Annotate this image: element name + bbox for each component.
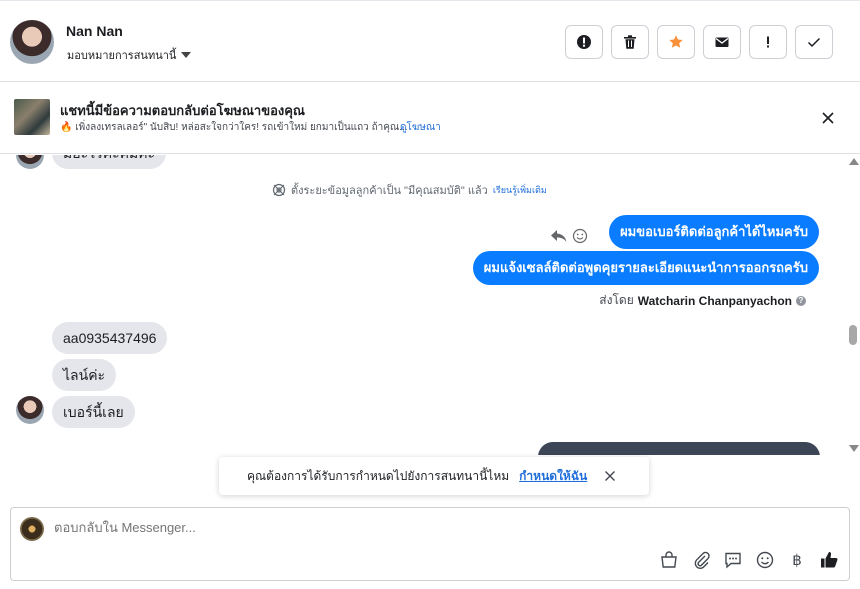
assign-label: มอบหมายการสนทนานี้ bbox=[67, 50, 177, 62]
banner-title: แชทนี้มีข้อความตอบกลับต่อโฆษณาของคุณ bbox=[60, 103, 305, 118]
mail-icon bbox=[715, 37, 729, 47]
contact-avatar-small bbox=[16, 155, 44, 169]
scroll-down-arrow[interactable] bbox=[849, 445, 859, 452]
like-icon[interactable] bbox=[819, 550, 839, 570]
contact-avatar[interactable] bbox=[10, 20, 54, 64]
page-avatar bbox=[20, 517, 44, 541]
mark-done-button[interactable] bbox=[795, 25, 833, 59]
close-icon[interactable] bbox=[818, 108, 838, 128]
scrollbar-thumb[interactable] bbox=[849, 325, 857, 345]
segment-icon bbox=[272, 183, 286, 197]
important-icon bbox=[767, 36, 769, 48]
star-icon bbox=[669, 35, 683, 48]
saved-reply-icon[interactable] bbox=[723, 550, 743, 570]
shop-icon[interactable] bbox=[659, 550, 679, 570]
mark-unread-button[interactable] bbox=[703, 25, 741, 59]
message-thread[interactable]: มีอะไรค่ะคัมคะ ตั้งระยะข้อมูลลูกค้าเป็น … bbox=[0, 155, 846, 455]
reply-input[interactable] bbox=[54, 520, 454, 535]
emoji-react-icon[interactable] bbox=[572, 228, 588, 244]
composer-tools: ฿ bbox=[659, 550, 839, 570]
spam-icon bbox=[577, 35, 591, 49]
reply-composer: ฿ bbox=[10, 507, 850, 581]
sent-by-name: Watcharin Chanpanyachon bbox=[637, 293, 792, 308]
scroll-up-arrow[interactable] bbox=[849, 158, 859, 165]
reply-icon[interactable] bbox=[550, 228, 568, 244]
mark-important-button[interactable] bbox=[749, 25, 787, 59]
star-button[interactable] bbox=[657, 25, 695, 59]
incoming-message[interactable]: ไลน์ค่ะ bbox=[52, 359, 117, 391]
mark-spam-button[interactable] bbox=[565, 25, 603, 59]
assign-prompt: คุณต้องการได้รับการกำหนดไปยังการสนทนานี้… bbox=[219, 457, 649, 495]
incoming-message[interactable]: aa0935437496 bbox=[52, 322, 168, 354]
system-notice-text: ตั้งระยะข้อมูลลูกค้าเป็น "มีคุณสมบัติ" แ… bbox=[291, 185, 488, 197]
outgoing-message[interactable]: ผมแจ้งเซลล์ติดต่อพูดคุยรายละเอียดแนะนำกา… bbox=[472, 251, 819, 285]
incoming-message[interactable]: เบอร์นี้เลย bbox=[52, 396, 135, 428]
learn-more-link[interactable]: เรียนรู้เพิ่มเติม bbox=[493, 183, 547, 197]
chevron-down-icon bbox=[181, 52, 192, 58]
contact-name[interactable]: Nan Nan bbox=[66, 23, 123, 39]
trash-icon bbox=[624, 35, 636, 49]
header-actions bbox=[565, 25, 833, 59]
assign-dropdown[interactable]: มอบหมายการสนทนานี้ bbox=[67, 46, 192, 64]
outgoing-media-message[interactable] bbox=[538, 442, 820, 455]
assign-prompt-text: คุณต้องการได้รับการกำหนดไปยังการสนทนานี้… bbox=[247, 468, 510, 483]
svg-text:฿: ฿ bbox=[792, 551, 802, 569]
banner-subtitle: 🔥 เพิ่งลงเทรลเลอร์" นับสิบ! หล่อสะใจกว่า… bbox=[60, 122, 408, 133]
attach-icon[interactable] bbox=[691, 550, 711, 570]
baht-icon[interactable]: ฿ bbox=[787, 550, 807, 570]
ad-reply-banner: แชทนี้มีข้อความตอบกลับต่อโฆษณาของคุณ 🔥 เ… bbox=[0, 83, 860, 154]
view-ad-link[interactable]: ดูโฆษณา bbox=[400, 120, 441, 135]
conversation-header: Nan Nan มอบหมายการสนทนานี้ bbox=[0, 0, 860, 82]
delete-button[interactable] bbox=[611, 25, 649, 59]
emoji-icon[interactable] bbox=[755, 550, 775, 570]
check-icon bbox=[807, 37, 821, 48]
system-notice: ตั้งระยะข้อมูลลูกค้าเป็น "มีคุณสมบัติ" แ… bbox=[272, 181, 547, 199]
ad-thumbnail[interactable] bbox=[14, 99, 50, 135]
close-icon[interactable] bbox=[603, 469, 617, 483]
assign-to-me-link[interactable]: กำหนดให้ฉัน bbox=[519, 467, 587, 486]
contact-avatar-small bbox=[16, 396, 44, 424]
message-hover-actions bbox=[550, 228, 588, 244]
help-icon[interactable]: ? bbox=[796, 295, 806, 306]
outgoing-message[interactable]: ผมขอเบอร์ติดต่อลูกค้าได้ไหมครับ bbox=[609, 215, 819, 249]
incoming-message[interactable]: มีอะไรค่ะคัมคะ bbox=[52, 155, 167, 169]
sent-by-line: ส่งโดย Watcharin Chanpanyachon ? bbox=[599, 291, 806, 310]
sent-by-prefix: ส่งโดย bbox=[599, 293, 634, 307]
